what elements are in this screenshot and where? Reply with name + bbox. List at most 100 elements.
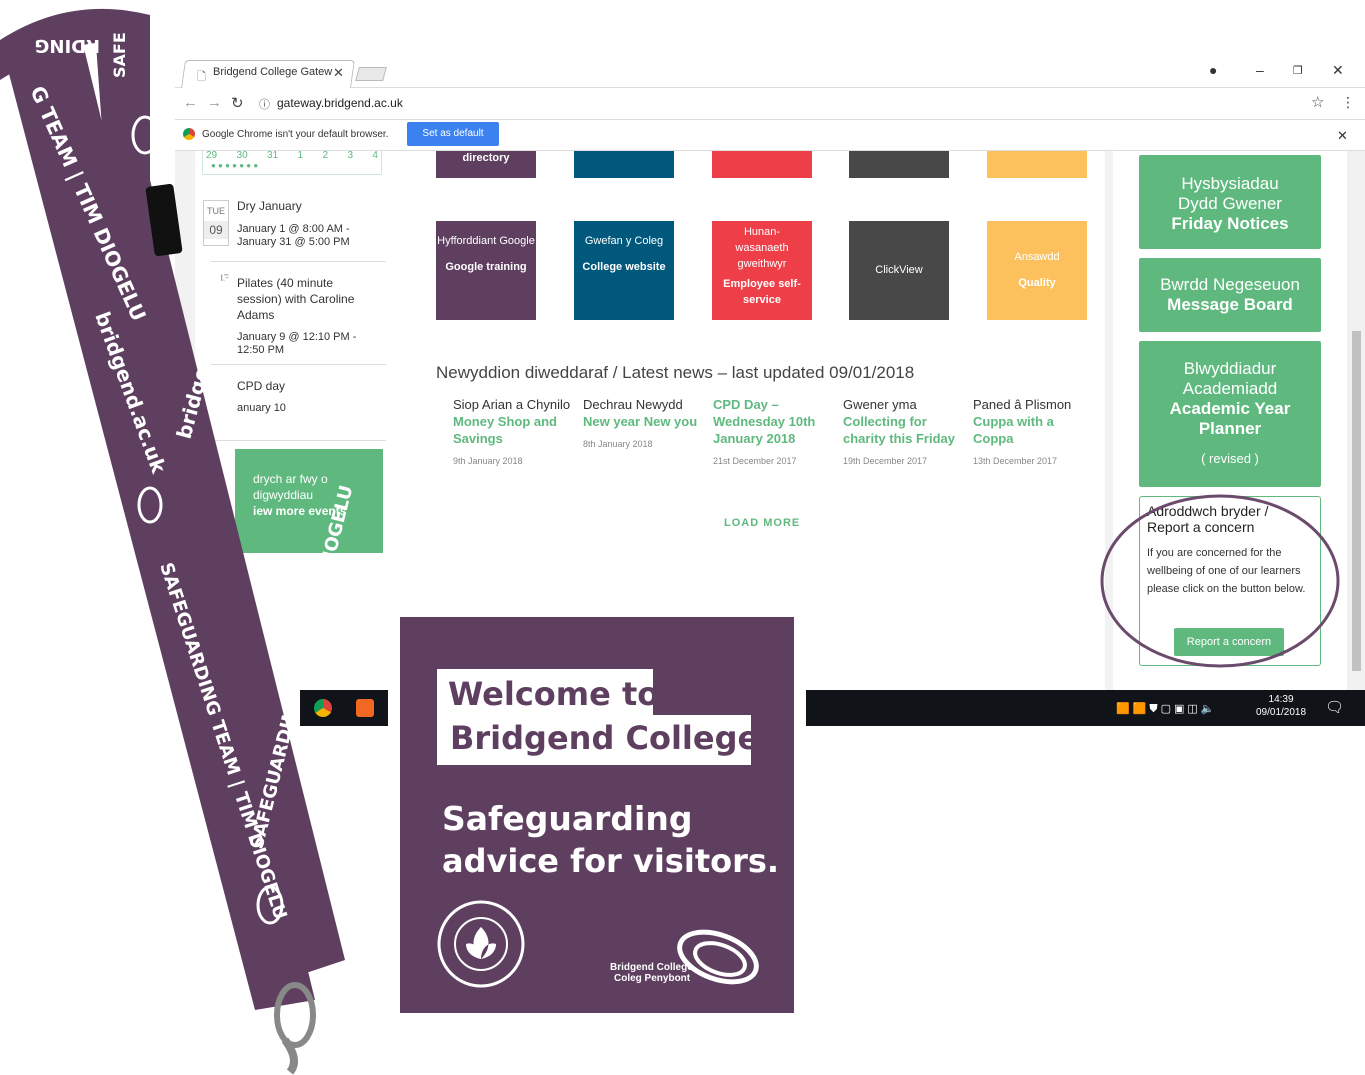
- clock[interactable]: 14:39 09/01/2018: [1256, 694, 1306, 718]
- divider: [211, 364, 386, 365]
- event-title[interactable]: CPD day: [237, 379, 377, 393]
- scrollbar-thumb[interactable]: [1352, 331, 1361, 671]
- tile-welsh: Hyfforddiant Google: [437, 235, 535, 247]
- quality-tile[interactable]: Ansawdd Quality: [987, 221, 1087, 320]
- close-tab-icon[interactable]: ✕: [333, 65, 344, 81]
- menu-icon[interactable]: ⋮: [1341, 94, 1355, 111]
- tab-title: Bridgend College Gatew: [213, 66, 333, 78]
- cal-day[interactable]: 31: [267, 151, 278, 161]
- logo-swirl: [131, 115, 159, 155]
- highlight-circle: [1100, 494, 1340, 668]
- news-item[interactable]: Paned â Plismon Cuppa with a Coppa 13th …: [973, 396, 1093, 470]
- chrome-icon: [183, 128, 195, 140]
- news-item[interactable]: Siop Arian a Chynilo Money Shop and Savi…: [453, 396, 573, 470]
- event-dow: TUE: [207, 206, 225, 216]
- poster-welcome: Welcome to: [448, 675, 660, 713]
- news-title-cy: Siop Arian a Chynilo: [453, 397, 571, 412]
- news-title-cy: Paned â Plismon: [973, 397, 1072, 412]
- news-title-en: CPD Day – Wednesday 10th January 2018: [713, 397, 816, 446]
- reload-icon[interactable]: ↻: [231, 94, 244, 112]
- student-wellbeing-badge-icon: [437, 900, 525, 988]
- event-day: 09: [204, 221, 228, 239]
- tile-english: Google training: [445, 261, 527, 273]
- news-date: 13th December 2017: [973, 456, 1058, 466]
- news-title-cy: Dechrau Newydd: [583, 397, 683, 412]
- notification-icon[interactable]: 🗨: [1325, 698, 1344, 716]
- lanyard-site-left: bridgend.ac.uk: [90, 309, 171, 477]
- cal-day[interactable]: 1: [298, 151, 304, 161]
- view-more-cy: drych ar fwy o digwyddiau: [253, 472, 328, 502]
- restore-icon[interactable]: ❐: [1293, 64, 1303, 77]
- news-item[interactable]: CPD Day – Wednesday 10th January 2018 21…: [713, 396, 833, 470]
- event-title[interactable]: Pilates (40 minute session) with Carolin…: [237, 275, 377, 323]
- news-title-en: Collecting for charity this Friday: [843, 414, 955, 446]
- news-title-en: New year New you: [583, 414, 698, 429]
- app-taskbar-icon[interactable]: [356, 699, 374, 717]
- news-title-en: Money Shop and Savings: [453, 414, 557, 446]
- employee-self-service-tile[interactable]: Hunan-wasanaeth gweithwyr Employee self-…: [712, 221, 812, 320]
- cal-day[interactable]: 29: [206, 151, 217, 161]
- infobar-text: Google Chrome isn't your default browser…: [202, 129, 389, 140]
- friday-cy: Hysbysiadau Dydd Gwener: [1178, 174, 1282, 213]
- page-icon: 🗋: [197, 71, 206, 83]
- tile-english: Quality: [1018, 277, 1056, 289]
- college-website-tile[interactable]: Gwefan y Coleg College website: [574, 221, 674, 320]
- clickview-tile[interactable]: ClickView: [849, 221, 949, 320]
- chrome-taskbar-icon[interactable]: [314, 699, 332, 717]
- tile-top-4[interactable]: [849, 151, 949, 178]
- clock-date: 09/01/2018: [1256, 707, 1307, 718]
- safeguarding-poster: Welcome to Bridgend College Safeguarding…: [400, 617, 794, 1013]
- event-time: January 9 @ 12:10 PM - 12:50 PM: [237, 331, 357, 356]
- address-bar: ← → ↻ ⓘ gateway.bridgend.ac.uk ☆ ⋮: [175, 88, 1365, 120]
- friday-en: Friday Notices: [1171, 214, 1289, 233]
- back-icon[interactable]: ←: [183, 94, 198, 111]
- load-more-button[interactable]: LOAD MORE: [724, 517, 800, 529]
- event-title[interactable]: Dry January: [237, 199, 377, 213]
- tile-english: College website: [582, 261, 666, 273]
- url-field[interactable]: ⓘ gateway.bridgend.ac.uk ☆: [255, 91, 1331, 115]
- board-cy: Bwrdd Negeseuon: [1160, 275, 1300, 294]
- account-icon[interactable]: ●: [1209, 62, 1217, 78]
- cal-day[interactable]: 4: [372, 151, 378, 161]
- academic-planner-button[interactable]: Blwyddiadur Academiadd Academic Year Pla…: [1139, 341, 1321, 487]
- new-tab-button[interactable]: [355, 67, 387, 81]
- news-item[interactable]: Dechrau Newydd New year New you 8th Janu…: [583, 396, 703, 453]
- google-training-tile[interactable]: Hyfforddiant Google Google training: [436, 221, 536, 320]
- tile-welsh: Hunan-wasanaeth gweithwyr: [735, 226, 789, 270]
- college-logo-icon: [677, 929, 759, 985]
- lanyard-text-curve: RDING: [35, 35, 100, 56]
- url-text: gateway.bridgend.ac.uk: [277, 96, 403, 110]
- forward-icon[interactable]: →: [207, 94, 222, 111]
- news-item[interactable]: Gwener yma Collecting for charity this F…: [843, 396, 963, 470]
- tile-welsh: ClickView: [875, 264, 923, 276]
- cal-day[interactable]: 30: [237, 151, 248, 161]
- mini-calendar: 29 30 31 1 2 3 4 ● ● ● ● ● ● ●: [202, 151, 382, 175]
- news-title-cy: Gwener yma: [843, 397, 917, 412]
- event-date-badge: TUE 09: [203, 200, 229, 246]
- planner-cy: Blwyddiadur Academiadd: [1182, 359, 1278, 398]
- view-more-events-button[interactable]: drych ar fwy o digwyddiau iew more event…: [235, 449, 383, 553]
- directory-tile[interactable]: directory: [436, 151, 536, 178]
- cal-day[interactable]: 3: [347, 151, 353, 161]
- friday-notices-button[interactable]: Hysbysiadau Dydd Gwener Friday Notices: [1139, 155, 1321, 249]
- tile-top-3[interactable]: [712, 151, 812, 178]
- lanyard-text-top-left: G TEAM | TIM DIOGELU: [25, 82, 150, 324]
- tray-icons[interactable]: 🟧🟧⛊▢▣◫🔈: [1116, 702, 1218, 716]
- event-date-badge: IE: [203, 273, 229, 319]
- star-icon[interactable]: ☆: [1311, 93, 1324, 111]
- tile-top-5[interactable]: [987, 151, 1087, 178]
- cal-day[interactable]: 2: [323, 151, 329, 161]
- set-default-button[interactable]: Set as default: [407, 122, 499, 146]
- tile-top-2[interactable]: [574, 151, 674, 178]
- tile-welsh: Gwefan y Coleg: [584, 235, 664, 247]
- message-board-button[interactable]: Bwrdd Negeseuon Message Board: [1139, 258, 1321, 332]
- minimize-icon[interactable]: –: [1256, 62, 1264, 78]
- scrollbar[interactable]: [1347, 151, 1365, 691]
- close-infobar-icon[interactable]: ✕: [1337, 128, 1348, 144]
- planner-note: ( revised ): [1201, 451, 1259, 466]
- news-title-en: Cuppa with a Coppa: [973, 414, 1054, 446]
- divider: [211, 440, 386, 441]
- poster-advice: advice for visitors.: [442, 842, 780, 880]
- news-date: 19th December 2017: [843, 456, 928, 466]
- close-window-icon[interactable]: ✕: [1332, 62, 1344, 79]
